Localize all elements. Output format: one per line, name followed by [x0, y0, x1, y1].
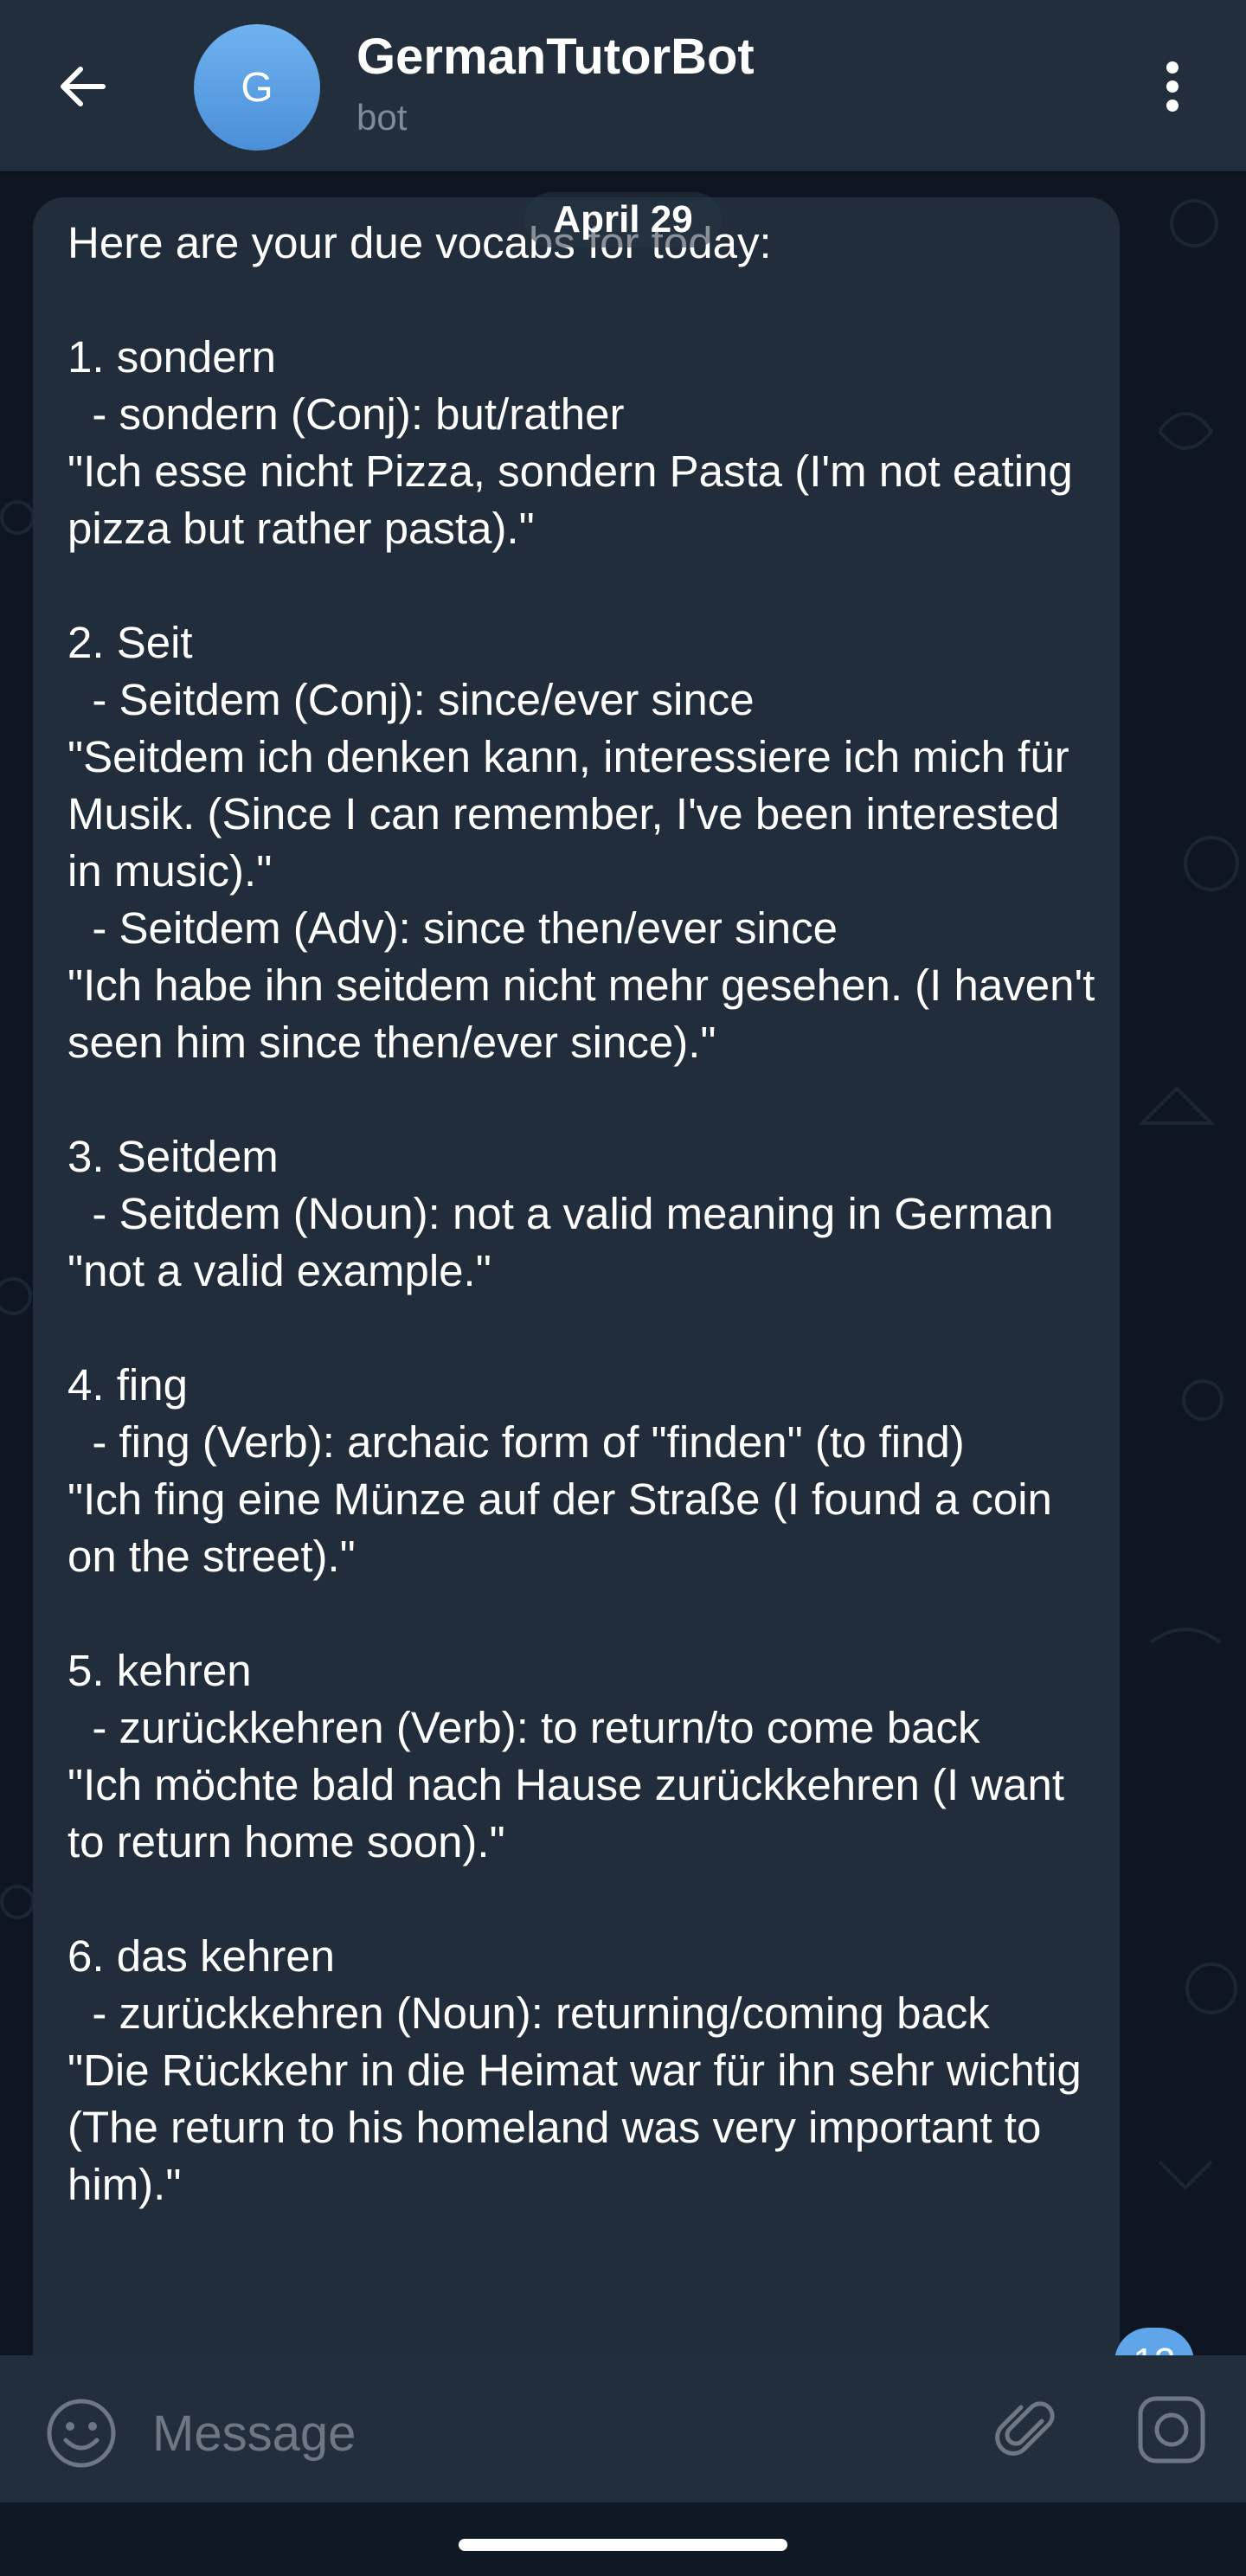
composer-bar	[0, 2355, 1246, 2502]
date-pill: April 29	[524, 192, 722, 247]
avatar-letter: G	[241, 64, 273, 111]
message-text: Here are your due vocabs for today: 1. s…	[67, 218, 1095, 2209]
message-input[interactable]	[152, 2390, 966, 2476]
chat-subtitle: bot	[356, 97, 408, 138]
message-bubble[interactable]: Here are your due vocabs for today: 1. s…	[33, 197, 1120, 2355]
more-button[interactable]	[1134, 43, 1211, 130]
home-indicator[interactable]	[459, 2539, 787, 2551]
attach-button[interactable]	[983, 2386, 1069, 2473]
back-button[interactable]	[35, 43, 130, 130]
avatar[interactable]: G	[194, 24, 320, 151]
chat-title[interactable]: GermanTutorBot	[356, 28, 755, 86]
chat-header: G GermanTutorBot bot	[0, 0, 1246, 171]
camera-icon	[1138, 2396, 1205, 2464]
chat-area[interactable]: Here are your due vocabs for today: 1. s…	[0, 171, 1246, 2355]
arrow-left-icon	[61, 67, 106, 106]
emoji-button[interactable]	[38, 2390, 125, 2476]
system-nav-bar	[0, 2502, 1246, 2576]
paperclip-icon	[995, 2401, 1055, 2456]
smile-icon	[47, 2399, 116, 2468]
camera-button[interactable]	[1128, 2386, 1215, 2473]
more-vertical-icon	[1166, 61, 1179, 112]
